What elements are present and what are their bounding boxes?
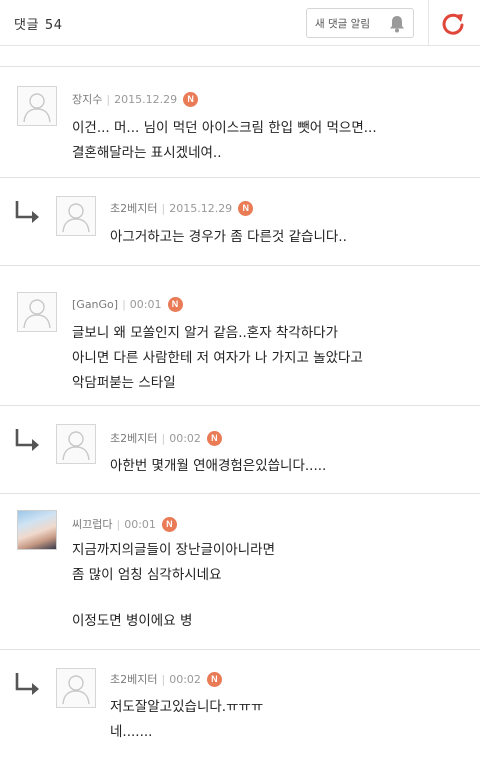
- new-badge: N: [161, 516, 177, 532]
- comment-date: 00:01: [129, 298, 162, 311]
- default-avatar-icon: [17, 86, 57, 126]
- comment-text-line: 이건... 머... 님이 먹던 아이스크림 한입 뺏어 먹으면...: [72, 120, 377, 136]
- new-badge: N: [206, 430, 222, 446]
- comment-date: 2015.12.29: [169, 201, 233, 215]
- comment-meta: 씨끄럽다 | 00:01 N: [72, 516, 177, 532]
- default-avatar-icon: [17, 292, 57, 332]
- new-badge: N: [183, 91, 199, 107]
- default-avatar-icon: [56, 668, 96, 708]
- user-photo-avatar: [17, 510, 57, 550]
- comment-text-line: 좀 많이 엄칭 심각하시네요: [72, 567, 222, 583]
- comment-date: 00:02: [169, 672, 201, 686]
- comment-author[interactable]: [GanGo]: [72, 298, 118, 311]
- new-badge: N: [206, 671, 222, 687]
- comment-item: 씨끄럽다 | 00:01 N 지금까지의글들이 장난글이아니라면 좀 많이 엄칭 심각…: [0, 494, 480, 650]
- comment-item: 장지수 | 2015.12.29 N 이건... 머... 님이 먹던 아이스크림 한…: [0, 68, 480, 178]
- comment-author[interactable]: 초2베지터: [110, 200, 157, 216]
- comment-author[interactable]: 씨끄럽다: [72, 516, 112, 532]
- list-top-spacer: [0, 47, 480, 67]
- comment-meta: 초2베지터 | 00:02 N: [110, 430, 222, 446]
- comment-text-line: 악담퍼붇는 스타일: [72, 375, 176, 391]
- comment-date: 00:02: [169, 431, 201, 445]
- comment-text-line: 지금까지의글들이 장난글이아니라면: [72, 542, 276, 558]
- refresh-icon: [442, 13, 464, 35]
- comments-title: 댓글 54: [14, 14, 62, 33]
- bell-icon: [389, 15, 405, 37]
- new-comment-notify-button[interactable]: 새 댓글 알림: [306, 8, 414, 38]
- comment-author[interactable]: 장지수: [72, 91, 102, 107]
- comment-meta: 초2베지터 | 2015.12.29 N: [110, 200, 254, 216]
- new-badge: N: [238, 200, 254, 216]
- reply-item: 초2베지터 | 00:02 N 아한번 몇개월 연애경험은있씁니다.....: [0, 406, 480, 494]
- comment-author[interactable]: 초2베지터: [110, 430, 157, 446]
- refresh-button[interactable]: [438, 9, 468, 39]
- comment-count: 54: [44, 18, 63, 33]
- comment-text-line: 아그거하고는 경우가 좀 다른것 같습니다..: [110, 229, 347, 245]
- comment-date: 00:01: [124, 517, 156, 531]
- comment-text-line: 이정도면 병이에요 병: [72, 613, 193, 629]
- comment-date: 2015.12.29: [114, 92, 178, 106]
- comment-text-line: 네.......: [110, 724, 153, 740]
- default-avatar-icon: [56, 424, 96, 464]
- comment-text-line: 아니면 다른 사람한테 저 여자가 나 가지고 놀았다고: [72, 350, 363, 366]
- header-divider: [428, 0, 429, 46]
- comment-text-line: 결혼해달라는 표시겠네여..: [72, 145, 222, 161]
- comment-item: [GanGo] | 00:01 N 글보니 왜 모쏠인지 알거 같음..혼자 착각하다…: [0, 266, 480, 406]
- comment-author[interactable]: 초2베지터: [110, 671, 157, 687]
- comments-title-label: 댓글: [14, 18, 39, 33]
- comment-meta: [GanGo] | 00:01 N: [72, 297, 183, 312]
- reply-item: 초2베지터 | 00:02 N 저도잘알고있습니다.ㅠㅠㅠ 네.......: [0, 650, 480, 760]
- comment-text-line: 저도잘알고있습니다.ㅠㅠㅠ: [110, 699, 264, 715]
- comment-text-line: 글보니 왜 모쏠인지 알거 같음..혼자 착각하다가: [72, 325, 339, 341]
- comments-header: 댓글 54 새 댓글 알림: [0, 0, 480, 46]
- new-badge: N: [167, 297, 183, 312]
- comment-meta: 초2베지터 | 00:02 N: [110, 671, 222, 687]
- comment-meta: 장지수 | 2015.12.29 N: [72, 91, 199, 107]
- reply-arrow-icon: [15, 673, 39, 695]
- default-avatar-icon: [56, 196, 96, 236]
- comment-text-line: 아한번 몇개월 연애경험은있씁니다.....: [110, 458, 327, 474]
- notify-label: 새 댓글 알림: [315, 17, 370, 30]
- reply-item: 초2베지터 | 2015.12.29 N 아그거하고는 경우가 좀 다른것 같습니다.…: [0, 178, 480, 266]
- reply-arrow-icon: [15, 429, 39, 451]
- reply-arrow-icon: [15, 201, 39, 223]
